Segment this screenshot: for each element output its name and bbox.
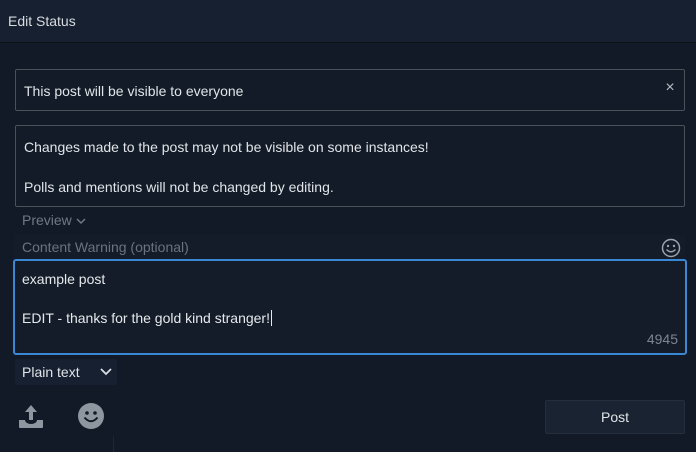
emoji-icon[interactable]: [77, 402, 105, 430]
dialog-titlebar: Edit Status: [0, 0, 696, 43]
visibility-notice: This post will be visible to everyone ×: [15, 69, 685, 111]
editor-line-2: EDIT - thanks for the gold kind stranger…: [22, 310, 272, 326]
edit-warning-line-2: Polls and mentions will not be changed b…: [24, 179, 334, 195]
close-icon[interactable]: ×: [662, 80, 678, 96]
character-counter: 4945: [646, 331, 678, 347]
content-warning-field[interactable]: Content Warning (optional): [15, 235, 685, 259]
emoji-icon[interactable]: [661, 238, 681, 258]
editor-line-2-text: EDIT - thanks for the gold kind stranger…: [22, 310, 270, 326]
preview-label: Preview: [22, 212, 72, 228]
content-warning-placeholder: Content Warning (optional): [22, 239, 189, 255]
dialog-title: Edit Status: [8, 13, 76, 29]
edit-warning-line-1: Changes made to the post may not be visi…: [24, 139, 429, 155]
chevron-down-icon: [76, 218, 86, 225]
format-select-value: Plain text: [22, 364, 80, 380]
editor-line-1: example post: [22, 271, 106, 287]
text-caret: [270, 310, 272, 326]
format-select[interactable]: Plain text: [15, 359, 117, 385]
edit-warning-notice: Changes made to the post may not be visi…: [15, 125, 685, 207]
upload-icon[interactable]: [17, 402, 45, 430]
background-divider: [113, 436, 114, 452]
chevron-down-icon: [100, 368, 112, 376]
post-button[interactable]: Post: [545, 400, 685, 434]
status-editor[interactable]: example post EDIT - thanks for the gold …: [13, 259, 687, 355]
preview-toggle[interactable]: Preview: [22, 212, 86, 228]
visibility-text: This post will be visible to everyone: [24, 83, 244, 99]
